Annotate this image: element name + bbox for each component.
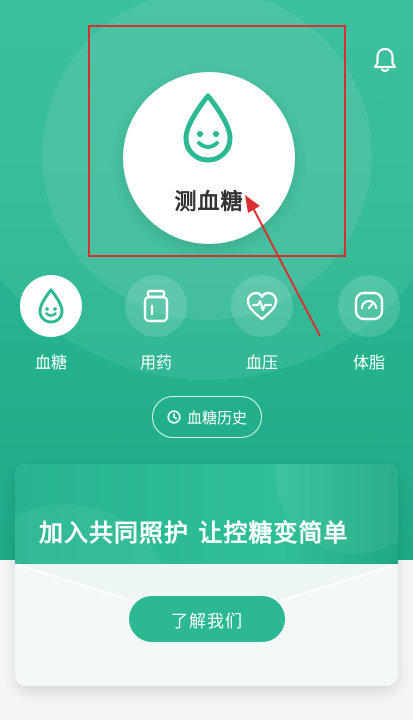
notification-bell-icon[interactable]: [372, 46, 398, 74]
medicine-bottle-icon: [143, 289, 169, 323]
feature-label: 用药: [139, 353, 172, 372]
feature-label: 血糖: [34, 353, 67, 372]
learn-more-button[interactable]: 了解我们: [129, 596, 285, 642]
scale-gauge-icon: [354, 291, 384, 321]
annotation-highlight-box: [88, 25, 346, 257]
blood-sugar-history-button[interactable]: 血糖历史: [152, 396, 262, 438]
feature-medication[interactable]: 用药: [124, 275, 188, 373]
feature-label: 体脂: [352, 353, 385, 372]
feature-blood-sugar[interactable]: 血糖: [19, 275, 83, 373]
drop-face-icon: [38, 288, 64, 324]
feature-blood-pressure[interactable]: 血压: [230, 275, 294, 373]
history-button-label: 血糖历史: [186, 408, 247, 427]
feature-label: 血压: [245, 353, 278, 372]
clock-icon: [167, 410, 181, 424]
heart-pulse-icon: [246, 291, 278, 321]
care-banner-card[interactable]: 加入共同照护 让控糖变简单 了解我们: [15, 464, 398, 686]
feature-body-fat[interactable]: 体脂: [337, 275, 401, 373]
banner-title: 加入共同照护 让控糖变简单: [39, 519, 349, 547]
